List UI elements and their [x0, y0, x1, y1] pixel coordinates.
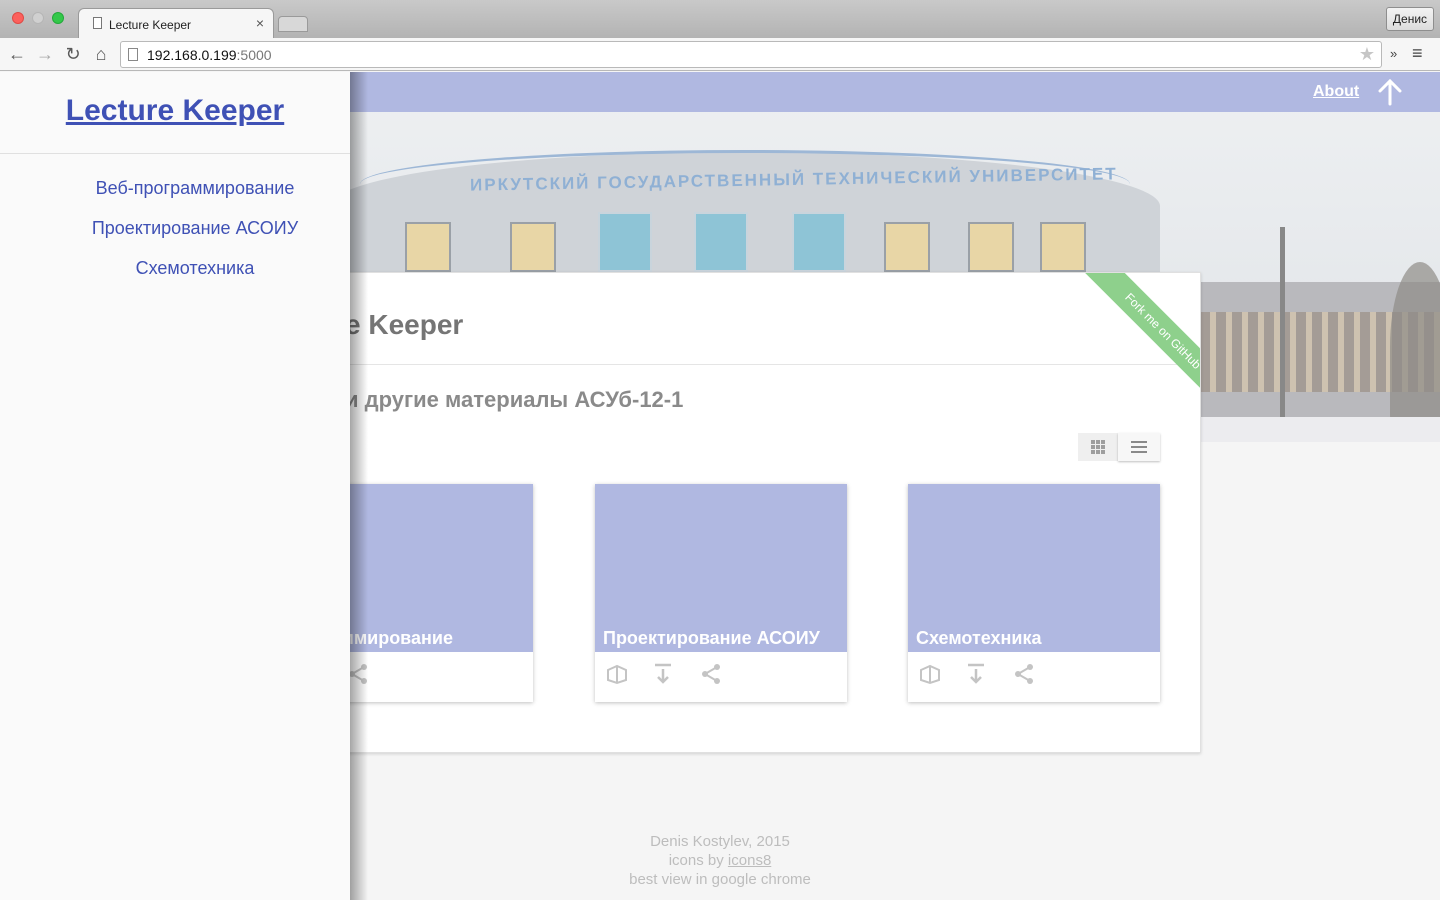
window-maximize-button[interactable] [52, 12, 64, 24]
subject-card[interactable]: Проектирование АСОИУ [595, 484, 847, 702]
main-card: e Keeper и другие материалы АСУб-12-1 Fo… [320, 272, 1201, 753]
street-lamp [1280, 227, 1285, 442]
drawer-item-web[interactable]: Веб-программирование [20, 178, 370, 199]
browser-menu-icon[interactable]: ≡ [1412, 43, 1423, 64]
page-icon [93, 17, 102, 29]
browser-tab-bar: Lecture Keeper × Денис [0, 0, 1440, 38]
book-icon[interactable] [918, 662, 942, 686]
grid-view-button[interactable] [1078, 433, 1118, 461]
download-icon[interactable] [651, 662, 675, 686]
up-arrow-icon[interactable] [1376, 78, 1404, 106]
reload-icon[interactable]: ↻ [62, 43, 84, 65]
footer-copyright: Denis Kostylev, 2015 [650, 833, 790, 850]
bookmark-star-icon[interactable]: ★ [1359, 44, 1375, 65]
about-link[interactable]: About [1313, 83, 1359, 101]
card-title[interactable]: Проектирование АСОИУ [603, 628, 820, 649]
github-ribbon[interactable]: Fork me on GitHub [1082, 273, 1200, 412]
footer: Denis Kostylev, 2015 icons by icons8 bes… [520, 832, 920, 889]
drawer-item-asoiu[interactable]: Проектирование АСОИУ [20, 218, 370, 239]
share-icon[interactable] [699, 662, 723, 686]
divider [0, 153, 350, 154]
list-view-button[interactable] [1118, 433, 1160, 461]
card-title[interactable]: Схемотехника [916, 628, 1042, 649]
subject-card[interactable]: Схемотехника [908, 484, 1160, 702]
drawer-title-link[interactable]: Lecture Keeper [0, 94, 350, 128]
home-icon[interactable]: ⌂ [90, 43, 112, 65]
card-cover[interactable] [595, 484, 847, 652]
url-host: 192.168.0.199 [147, 47, 237, 63]
download-icon[interactable] [964, 662, 988, 686]
building-window [1040, 222, 1086, 272]
page-icon [128, 48, 138, 61]
back-icon[interactable]: ← [6, 43, 28, 65]
building-window [884, 222, 930, 272]
footer-note: best view in google chrome [629, 871, 811, 888]
new-tab-button[interactable] [278, 16, 308, 32]
card-cover[interactable] [908, 484, 1160, 652]
window-close-button[interactable] [12, 12, 24, 24]
building-poster [694, 212, 748, 272]
snow-ground [1200, 417, 1440, 442]
url-port: :5000 [236, 47, 272, 63]
drawer-item-circuits[interactable]: Схемотехника [20, 258, 370, 279]
page-subtitle: и другие материалы АСУб-12-1 [345, 387, 684, 412]
window-minimize-button[interactable] [32, 12, 44, 24]
building-window [968, 222, 1014, 272]
list-view-icon [1131, 441, 1147, 453]
building-poster [792, 212, 846, 272]
divider [321, 364, 1200, 365]
book-icon[interactable] [605, 662, 629, 686]
footer-credits-prefix: icons by [668, 852, 728, 869]
page-content: ИРКУТСКИЙ ГОСУДАРСТВЕННЫЙ ТЕХНИЧЕСКИЙ УН… [0, 72, 1440, 900]
browser-tab[interactable]: Lecture Keeper × [78, 8, 274, 38]
grid-view-icon [1091, 440, 1105, 454]
url-text[interactable]: 192.168.0.199:5000 [147, 47, 272, 63]
browser-toolbar: ← → ↻ ⌂ 192.168.0.199:5000 ★ » ≡ [0, 38, 1440, 71]
tree [1390, 262, 1440, 432]
footer-credits: icons by icons8 [520, 851, 920, 870]
profile-button[interactable]: Денис [1386, 7, 1434, 31]
tab-title: Lecture Keeper [109, 18, 192, 32]
building-window [405, 222, 451, 272]
close-tab-icon[interactable]: × [256, 15, 264, 31]
extensions-chevron-icon[interactable]: » [1390, 46, 1397, 61]
building-poster [598, 212, 652, 272]
address-bar[interactable]: 192.168.0.199:5000 ★ [120, 41, 1382, 68]
icons8-link[interactable]: icons8 [728, 852, 771, 869]
building-window [510, 222, 556, 272]
view-toggle [1078, 433, 1160, 461]
navigation-drawer: Lecture Keeper Веб-программирование Прое… [0, 72, 350, 900]
forward-icon[interactable]: → [34, 43, 56, 65]
share-icon[interactable] [1012, 662, 1036, 686]
